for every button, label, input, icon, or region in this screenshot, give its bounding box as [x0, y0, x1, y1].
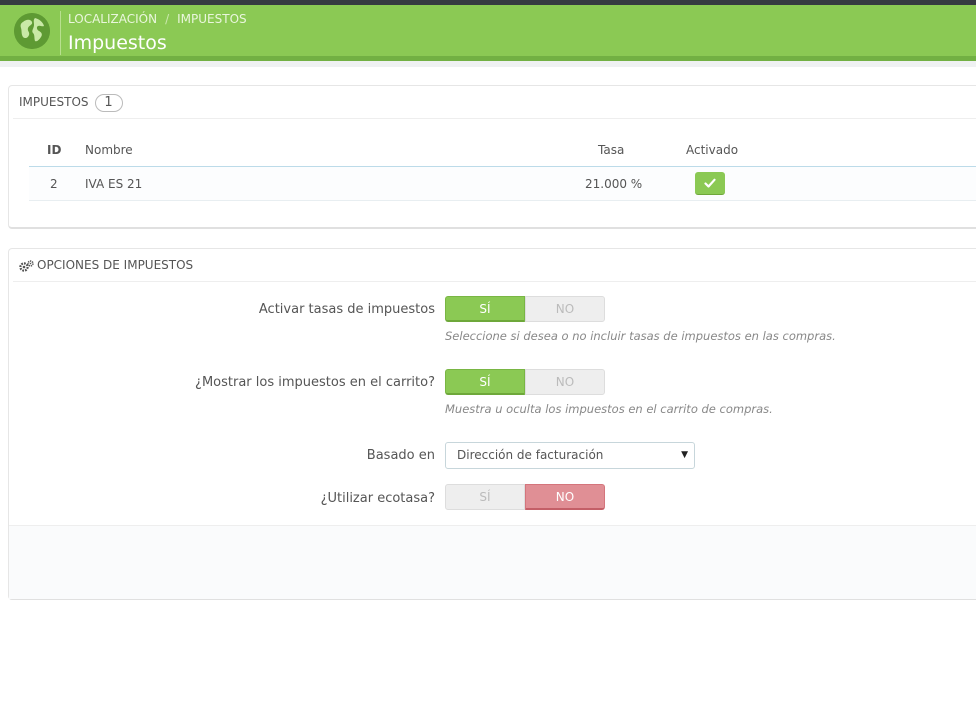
globe-icon: [14, 13, 50, 49]
panel-divider: [13, 281, 976, 282]
option-no[interactable]: NO: [525, 296, 605, 322]
column-header-rate[interactable]: Tasa: [598, 143, 624, 157]
taxes-panel-title: IMPUESTOS: [19, 95, 89, 109]
option-yes[interactable]: SÍ: [445, 484, 525, 510]
option-yes[interactable]: SÍ: [445, 296, 525, 322]
column-header-id[interactable]: ID: [47, 143, 61, 157]
breadcrumb-separator: /: [165, 12, 170, 26]
check-icon: [704, 178, 716, 188]
help-text-activar-tasas: Seleccione si desea o no incluir tasas d…: [445, 329, 836, 343]
breadcrumb: LOCALIZACIÓN / IMPUESTOS: [68, 12, 247, 26]
field-label-ecotasa: ¿Utilizar ecotasa?: [320, 491, 435, 506]
page-header: LOCALIZACIÓN / IMPUESTOS Impuestos: [0, 5, 976, 56]
based-on-select[interactable]: Dirección de facturación ▼: [445, 442, 695, 469]
cell-name: IVA ES 21: [85, 177, 143, 191]
option-yes[interactable]: SÍ: [445, 369, 525, 395]
field-label-activar-tasas: Activar tasas de impuestos: [258, 302, 435, 317]
header-shadow: [0, 61, 976, 67]
cell-id: 2: [50, 177, 58, 191]
taxes-panel: IMPUESTOS 1 ID Nombre Tasa Activado 2 IVA…: [8, 85, 976, 229]
toggle-mostrar-impuestos[interactable]: SÍ NO: [445, 369, 605, 395]
options-panel-heading: OPCIONES DE IMPUESTOS: [19, 249, 193, 281]
field-label-mostrar-impuestos: ¿Mostrar los impuestos en el carrito?: [195, 375, 435, 390]
help-text-mostrar-impuestos: Muestra u oculta los impuestos en el car…: [445, 402, 773, 416]
panel-divider: [13, 118, 976, 119]
breadcrumb-item-localizacion[interactable]: LOCALIZACIÓN: [68, 12, 157, 26]
column-header-enabled[interactable]: Activado: [686, 143, 738, 157]
panel-footer: [9, 525, 976, 599]
tax-options-panel: OPCIONES DE IMPUESTOS Activar tasas de i…: [8, 248, 976, 600]
header-divider: [60, 11, 61, 55]
field-label-basado-en: Basado en: [366, 448, 435, 463]
caret-down-icon: ▼: [681, 450, 688, 460]
table-row[interactable]: [29, 167, 976, 201]
option-no[interactable]: NO: [525, 369, 605, 395]
taxes-panel-heading: IMPUESTOS 1: [19, 86, 123, 118]
taxes-count-badge: 1: [94, 93, 123, 112]
toggle-ecotasa[interactable]: SÍ NO: [445, 484, 605, 510]
based-on-selected-value: Dirección de facturación: [457, 448, 604, 462]
option-no[interactable]: NO: [525, 484, 605, 510]
gears-icon: [19, 259, 34, 272]
page-title: Impuestos: [68, 32, 167, 54]
options-panel-title: OPCIONES DE IMPUESTOS: [37, 258, 194, 272]
column-header-name[interactable]: Nombre: [85, 143, 133, 157]
breadcrumb-item-impuestos[interactable]: IMPUESTOS: [177, 12, 247, 26]
toggle-activar-tasas[interactable]: SÍ NO: [445, 296, 605, 322]
cell-rate: 21.000 %: [585, 177, 643, 191]
enabled-toggle-button[interactable]: [695, 172, 725, 195]
